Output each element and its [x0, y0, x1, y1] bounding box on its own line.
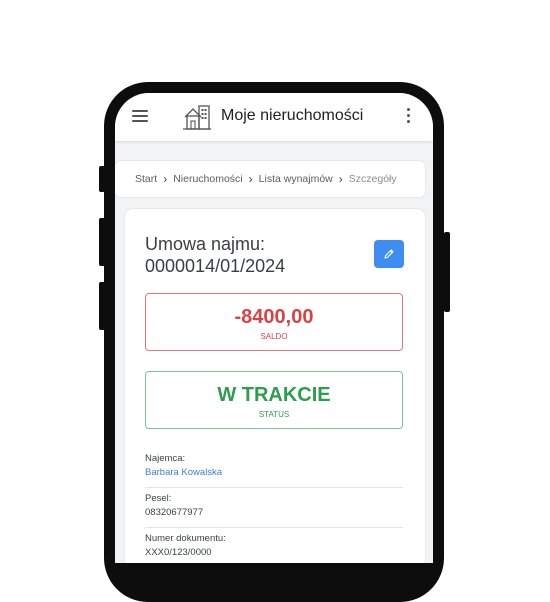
- divider: [145, 527, 403, 528]
- pesel-value: 08320677977: [145, 507, 204, 518]
- breadcrumb-lista-wynajmow[interactable]: Lista wynajmów: [259, 173, 333, 185]
- page-title: Umowa najmu: 0000014/01/2024: [145, 233, 345, 277]
- status-label: STATUS: [258, 410, 290, 419]
- document-number-label: Numer dokumentu:: [145, 533, 226, 544]
- saldo-label: SALDO: [260, 332, 288, 341]
- tenant-link[interactable]: Barbara Kowalska: [145, 467, 403, 478]
- divider: [145, 487, 403, 488]
- pesel-label: Pesel:: [145, 493, 172, 504]
- pesel-field: Pesel: 08320677977: [145, 493, 403, 528]
- phone-power-button: [444, 232, 450, 312]
- house-icon: [183, 105, 211, 130]
- breadcrumb-start[interactable]: Start: [135, 173, 157, 185]
- app-bar: Moje nieruchomości: [115, 93, 433, 141]
- edit-button[interactable]: [374, 240, 404, 268]
- chevron-right-icon: ›: [248, 172, 253, 186]
- document-number-field: Numer dokumentu: XXX0/123/0000: [145, 533, 403, 558]
- breadcrumb-szczegoly: Szczegóły: [348, 173, 397, 185]
- contract-title-label: Umowa najmu:: [145, 234, 266, 254]
- document-number-value: XXX0/123/0000: [145, 547, 212, 558]
- breadcrumb-nieruchomosci[interactable]: Nieruchomości: [173, 173, 242, 185]
- status-value: W TRAKCIE: [217, 384, 331, 406]
- tenant-field: Najemca: Barbara Kowalska: [145, 453, 403, 488]
- kebab-icon[interactable]: [405, 108, 411, 126]
- saldo-value: -8400,00: [234, 306, 314, 328]
- chevron-right-icon: ›: [163, 172, 168, 186]
- app-title: Moje nieruchomości: [221, 107, 364, 124]
- status-box: W TRAKCIE STATUS: [145, 371, 403, 429]
- pencil-icon: [384, 249, 394, 259]
- contract-card: Umowa najmu: 0000014/01/2024 -8400,00 SA…: [125, 209, 425, 563]
- tenant-label: Najemca:: [145, 453, 186, 464]
- contract-number: 0000014/01/2024: [145, 256, 286, 276]
- phone-screen: Moje nieruchomości Start › Nieruchomości…: [115, 93, 433, 563]
- chevron-right-icon: ›: [338, 172, 343, 186]
- hamburger-icon[interactable]: [132, 110, 148, 122]
- breadcrumb: Start › Nieruchomości › Lista wynajmów ›…: [115, 161, 425, 197]
- saldo-box: -8400,00 SALDO: [145, 293, 403, 351]
